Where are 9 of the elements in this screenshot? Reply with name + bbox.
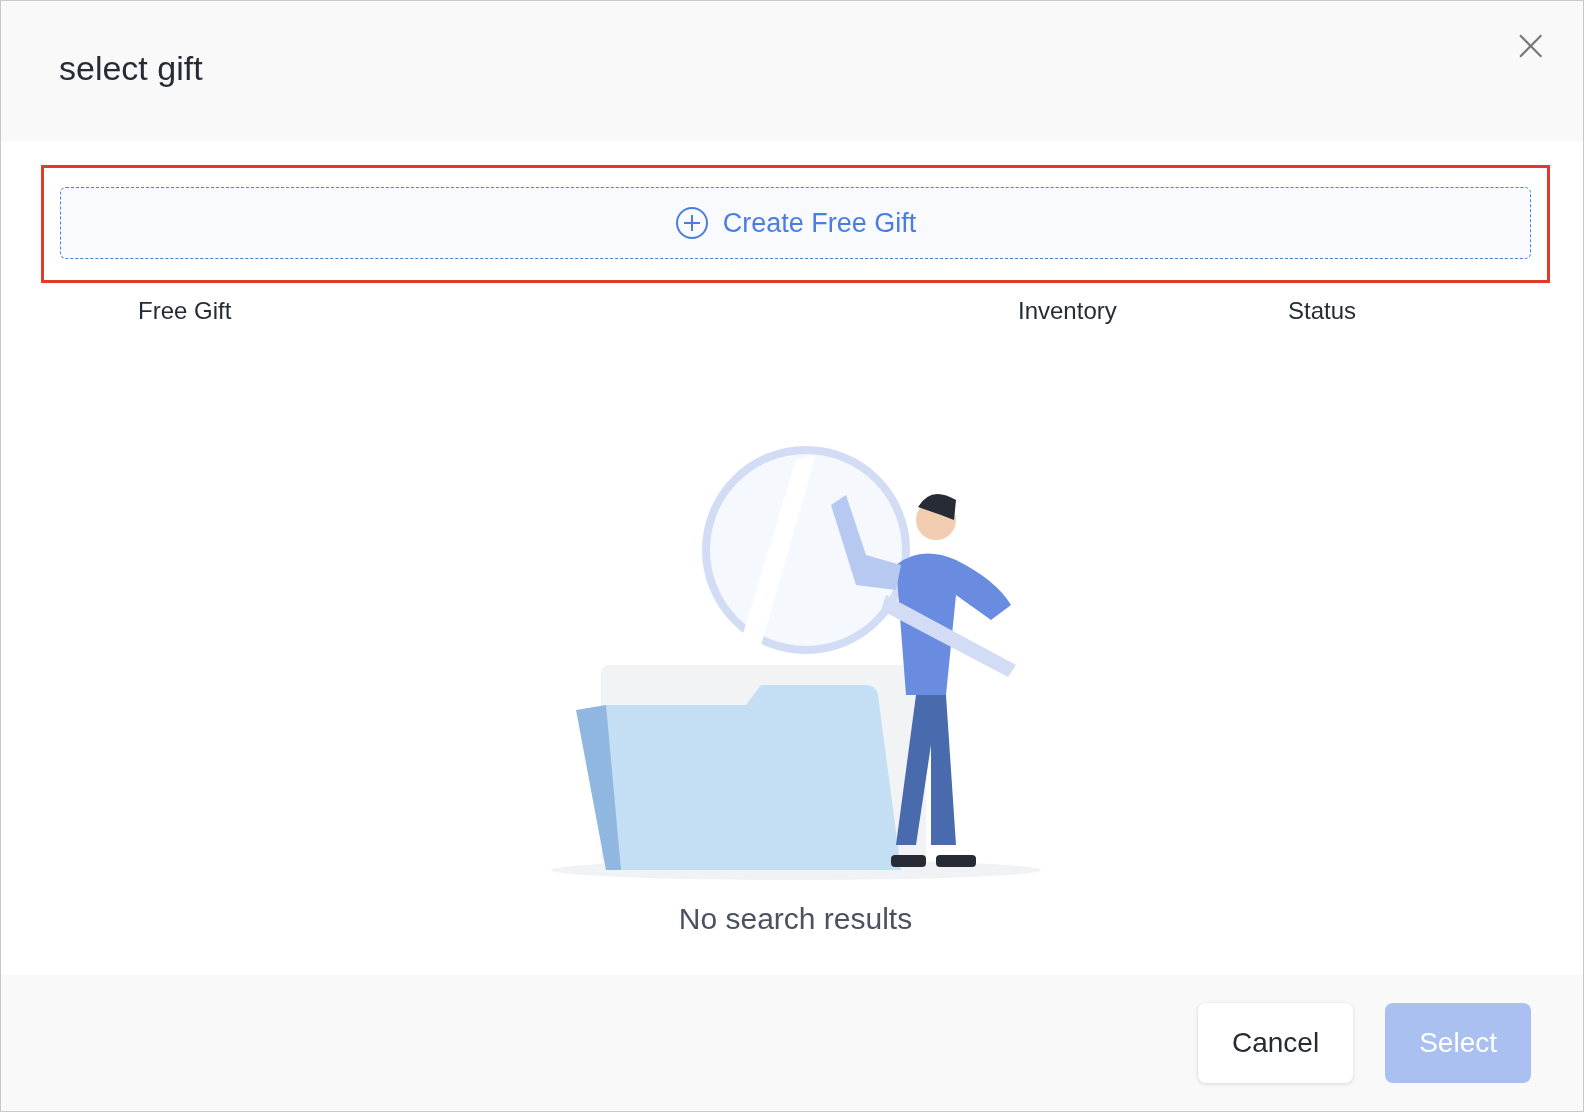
column-header: Inventory <box>1018 297 1118 325</box>
dialog-title: select gift <box>59 48 203 88</box>
create-free-gift-button[interactable]: Create Free Gift <box>60 187 1531 259</box>
column-header: Free Gift <box>138 297 233 325</box>
close-button[interactable]: × <box>1508 23 1553 67</box>
empty-message: No search results <box>678 901 913 937</box>
plus-circle-icon <box>674 206 709 240</box>
column-header: Status <box>1288 297 1358 325</box>
cancel-button[interactable]: Cancel <box>1198 1003 1354 1083</box>
